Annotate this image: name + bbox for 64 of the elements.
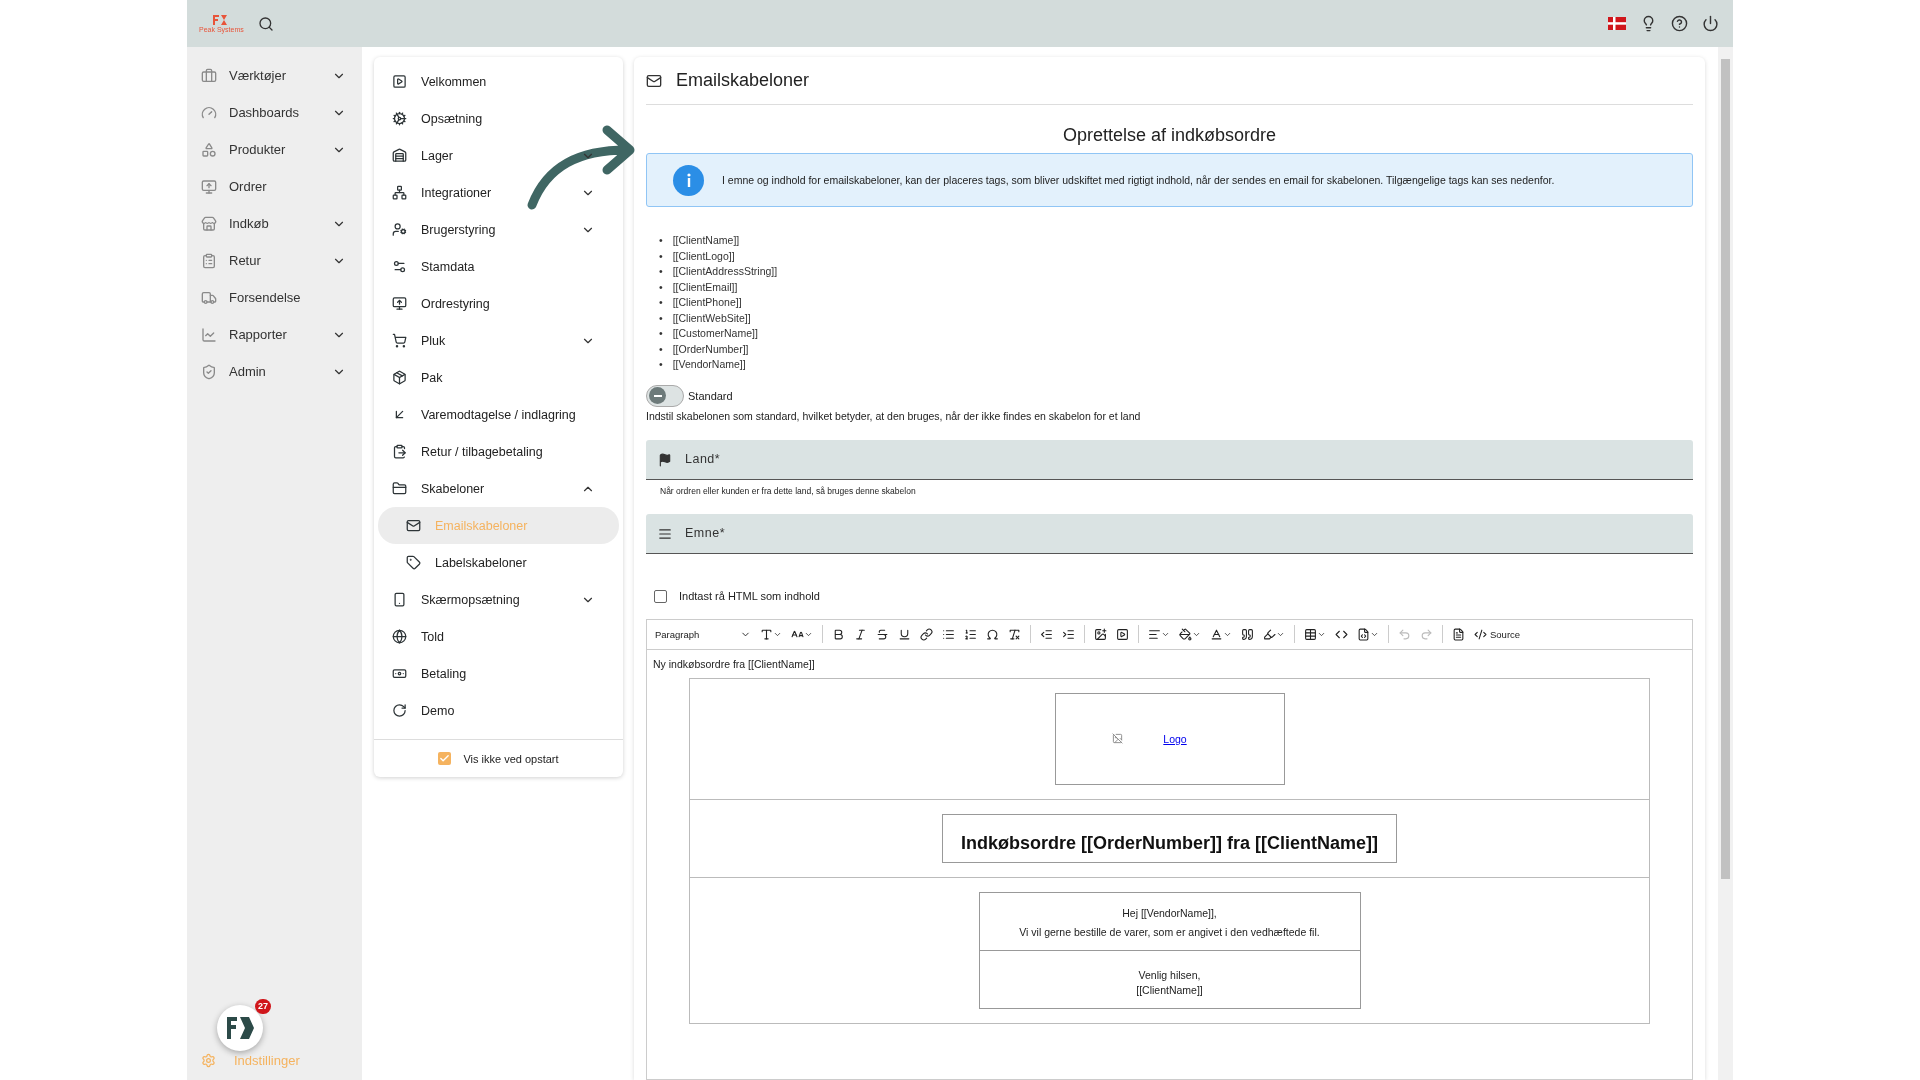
country-field[interactable]: Land* — [646, 439, 1693, 480]
email-text: Ny indkøbsordre fra [[ClientName]] — [653, 657, 816, 670]
bullet: • — [659, 234, 663, 248]
tag-list-item: [[ClientName]] — [672, 234, 740, 248]
help-text: Indstil skabelonen som standard, hvilket betyder, at den bruges, når der ikke findes en skabelon for et land — [646, 409, 1142, 422]
menu-item[interactable]: Velkommen — [378, 63, 619, 100]
sidebar-item[interactable]: Admin — [187, 353, 362, 390]
subject-field[interactable]: Emne* — [646, 513, 1693, 554]
source-button[interactable]: Source — [1474, 627, 1521, 641]
menu-item[interactable]: Brugerstyring — [378, 211, 619, 248]
help-text: Når ordren eller kunden er fra dette land, så bruges denne skabelon — [660, 485, 917, 496]
checkbox-label: Indtast rå HTML som indhold — [679, 590, 820, 602]
tag-list-item: [[VendorName]] — [672, 358, 746, 372]
email-text: Hej [[VendorName]], — [1122, 906, 1217, 919]
menu-item[interactable]: Opsætning — [378, 100, 619, 137]
bullet: • — [659, 358, 663, 372]
email-text: Vi vil gerne bestille de varer, som er angivet i den vedhæftede fil. — [1019, 925, 1320, 938]
menu-item[interactable]: Lager — [378, 137, 619, 174]
sidebar-item[interactable]: Indkøb — [187, 205, 362, 242]
sidebar-item[interactable]: Rapporter — [187, 316, 362, 353]
bullet: • — [659, 327, 663, 341]
sidebar-item[interactable]: Værktøjer — [187, 57, 362, 94]
page-title: Oprettelse af indkøbsordre — [1061, 125, 1278, 146]
tag-list-item: [[ClientEmail]] — [672, 280, 738, 294]
menu-item[interactable]: Integrationer — [378, 174, 619, 211]
menu-item[interactable]: Demo — [378, 692, 619, 729]
tag-list-item: [[CustomerName]] — [672, 327, 758, 341]
submenu-item[interactable]: Labelskabeloner — [378, 544, 619, 581]
sidebar-item[interactable]: Ordrer — [187, 168, 362, 205]
tag-list-item: [[ClientAddressString]] — [672, 265, 778, 279]
paragraph-dropdown[interactable]: Paragraph — [655, 628, 751, 640]
logo-link[interactable]: Logo — [1163, 732, 1187, 745]
menu-item[interactable]: Told — [378, 618, 619, 655]
tag-list-item: [[ClientWebSite]] — [672, 311, 751, 325]
menu-item[interactable]: Betaling — [378, 655, 619, 692]
email-heading: Indkøbsordre [[OrderNumber]] fra [[ClientName]] — [960, 832, 1378, 854]
menu-item[interactable]: Ordrestyring — [378, 285, 619, 322]
bullet: • — [659, 265, 663, 279]
sidebar-item[interactable]: Forsendelse — [187, 279, 362, 316]
menu-item[interactable]: Varemodtagelse / indlagring — [378, 396, 619, 433]
notification-badge: 27 — [255, 999, 271, 1014]
menu-item[interactable]: Pluk — [378, 322, 619, 359]
bullet: • — [659, 311, 663, 325]
email-text: Venlig hilsen, — [1138, 968, 1201, 981]
checkbox-label: Vis ikke ved opstart — [463, 752, 559, 765]
bullet: • — [659, 342, 663, 356]
menu-item[interactable]: Retur / tilbagebetaling — [378, 433, 619, 470]
tag-list-item: [[ClientPhone]] — [672, 296, 742, 310]
menu-item[interactable]: Skabeloner — [378, 470, 619, 507]
bullet: • — [659, 280, 663, 294]
tag-list-item: [[ClientLogo]] — [672, 249, 735, 263]
menu-item[interactable]: Skærmopsætning — [378, 581, 619, 618]
toggle-label: Standard — [688, 389, 733, 402]
menu-item[interactable]: Pak — [378, 359, 619, 396]
bullet: • — [659, 296, 663, 310]
page-header: Emailskabeloner — [676, 70, 810, 91]
info-text: I emne og indhold for emailskabeloner, kan der placeres tags, som bliver udskiftet med rigtigt indhold, når der sendes en email for skabelonen. Tilgængelige tags kan ses nedenfor. — [722, 174, 1555, 186]
email-text: [[ClientName]] — [1136, 983, 1203, 996]
sidebar-item[interactable]: Produkter — [187, 131, 362, 168]
bullet: • — [659, 249, 663, 263]
sidebar-item[interactable]: Retur — [187, 242, 362, 279]
menu-item[interactable]: Stamdata — [378, 248, 619, 285]
tag-list-item: [[OrderNumber]] — [672, 342, 749, 356]
sidebar-item[interactable]: Dashboards — [187, 94, 362, 131]
